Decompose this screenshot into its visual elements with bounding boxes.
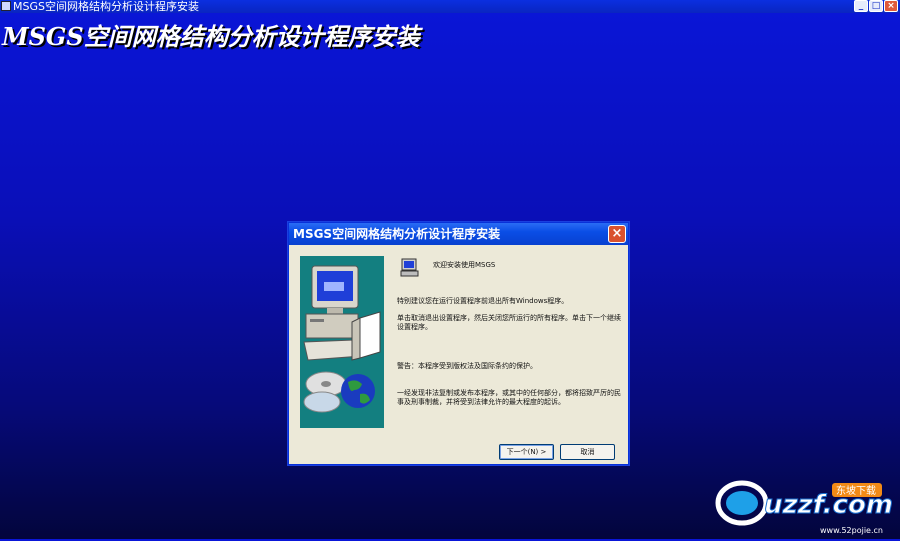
welcome-row: 欢迎安装使用MSGS (397, 255, 625, 277)
welcome-text: 欢迎安装使用MSGS (433, 261, 496, 269)
close-button[interactable]: × (884, 0, 898, 12)
instructions-paragraph: 单击取消退出设置程序，然后关闭您所运行的所有程序。单击下一个继续设置程序。 (397, 314, 621, 331)
warning-paragraph: 警告：本程序受到版权法及国际条约的保护。 (397, 362, 537, 370)
dialog-close-button[interactable]: × (608, 225, 626, 243)
window-title-bar[interactable]: MSGS空间网格结构分析设计程序安装 _ □ × (0, 0, 900, 13)
maximize-button[interactable]: □ (869, 0, 883, 12)
computer-and-globe-illustration (303, 265, 381, 413)
setup-illustration (300, 256, 384, 428)
window-controls: _ □ × (854, 0, 898, 13)
window-title: MSGS空间网格结构分析设计程序安装 (13, 0, 199, 13)
legal-paragraph: 一经发现非法复制或发布本程序，或其中的任何部分，都将招致严厉的民事及刑事制裁，并… (397, 389, 621, 406)
intro-paragraph: 特别建议您在运行设置程序前退出所有Windows程序。 (397, 297, 569, 305)
minimize-button[interactable]: _ (854, 0, 868, 12)
watermark-site: www.52pojie.cn (820, 526, 883, 535)
logo-tag: 东坡下载 (836, 484, 876, 497)
installer-banner-title: MSGS空间网格结构分析设计程序安装 (2, 22, 420, 51)
setup-dialog: MSGS空间网格结构分析设计程序安装 × 欢迎安装使用MSGS 特别建议您在运行… (288, 222, 629, 465)
app-icon (1, 1, 11, 11)
dialog-title-bar[interactable]: MSGS空间网格结构分析设计程序安装 × (289, 223, 628, 245)
dialog-title: MSGS空间网格结构分析设计程序安装 (293, 227, 501, 241)
next-button[interactable]: 下一个(N) > (499, 444, 554, 460)
setup-computer-icon (400, 258, 419, 277)
cancel-button[interactable]: 取消 (560, 444, 615, 460)
